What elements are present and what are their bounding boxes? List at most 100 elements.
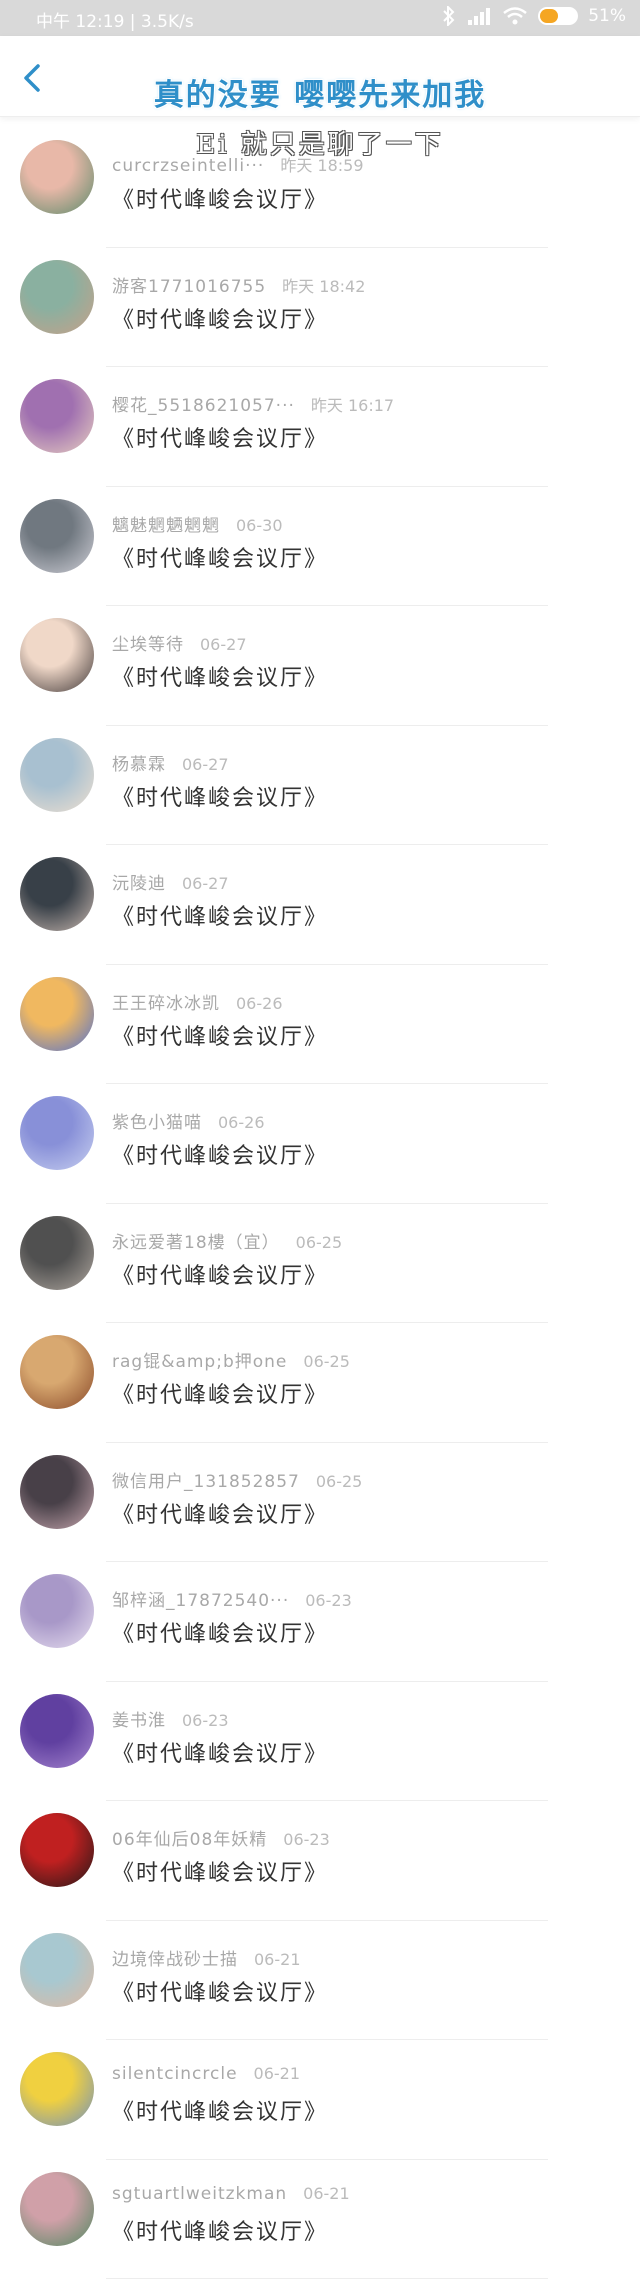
avatar[interactable] — [20, 379, 94, 453]
visit-time: 06-21 — [254, 1950, 301, 1969]
avatar[interactable] — [20, 1096, 94, 1170]
contact-message: 《时代峰峻会议厅》 — [112, 1138, 328, 1170]
list-item[interactable]: 游客1771016755 昨天 18:42 《时代峰峻会议厅》 — [0, 248, 640, 368]
contact-name: 沅陵迪 — [112, 874, 166, 894]
status-bar: 中午 12:19 | 3.5K/s 51% — [0, 0, 640, 36]
contact-name: 邹梓涵_17872540··· — [112, 1591, 289, 1611]
contact-message: 《时代峰峻会议厅》 — [112, 182, 328, 214]
contact-name-line: silentcincrcle06-21 — [112, 2064, 300, 2084]
avatar[interactable] — [20, 2172, 94, 2246]
avatar[interactable] — [20, 738, 94, 812]
list-item[interactable]: 边境倖战砂士描 06-21 《时代峰峻会议厅》 — [0, 1921, 640, 2041]
contact-message: 《时代峰峻会议厅》 — [112, 780, 328, 812]
avatar[interactable] — [20, 1813, 94, 1887]
contact-name: 游客1771016755 — [112, 277, 266, 297]
avatar[interactable] — [20, 2052, 94, 2126]
contact-name-line: 永远爱著18樓（宜） 06-25 — [112, 1228, 342, 1253]
contact-name: sgtuartlweitzkman — [112, 2184, 287, 2204]
visit-time: 06-25 — [303, 1352, 350, 1371]
avatar[interactable] — [20, 1694, 94, 1768]
contact-name-line: 樱花_5518621057···昨天 16:17 — [112, 391, 394, 416]
contact-message: 《时代峰峻会议厅》 — [112, 302, 328, 334]
avatar[interactable] — [20, 977, 94, 1051]
contact-name: 微信用户_131852857 — [112, 1472, 300, 1492]
list-item[interactable]: 永远爱著18樓（宜） 06-25 《时代峰峻会议厅》 — [0, 1204, 640, 1324]
visit-time: 06-21 — [254, 2064, 301, 2083]
contact-name-line: 微信用户_131852857 06-25 — [112, 1467, 362, 1492]
contact-name: curcrzseintelli··· — [112, 156, 264, 176]
contact-message: 《时代峰峻会议厅》 — [112, 2094, 328, 2126]
contact-name-line: 沅陵迪 06-27 — [112, 869, 229, 894]
contact-message: 《时代峰峻会议厅》 — [112, 541, 328, 573]
list-item[interactable]: silentcincrcle06-21 《时代峰峻会议厅》 — [0, 2040, 640, 2160]
contact-message: 《时代峰峻会议厅》 — [112, 1736, 328, 1768]
visit-time: 06-21 — [303, 2184, 350, 2203]
list-item[interactable]: 王王碎冰冰凯06-26《时代峰峻会议厅》 — [0, 965, 640, 1085]
status-icons: 51% — [442, 6, 626, 26]
avatar[interactable] — [20, 1574, 94, 1648]
list-item[interactable]: 姜书淮06-23 《时代峰峻会议厅》 — [0, 1682, 640, 1802]
avatar[interactable] — [20, 618, 94, 692]
contact-message: 《时代峰峻会议厅》 — [112, 1019, 328, 1051]
wifi-icon — [502, 6, 528, 26]
avatar[interactable] — [20, 140, 94, 214]
bluetooth-icon — [442, 6, 456, 26]
contact-message: 《时代峰峻会议厅》 — [112, 660, 328, 692]
visit-time: 06-27 — [200, 635, 247, 654]
list-item[interactable]: sgtuartlweitzkman 06-21 《时代峰峻会议厅》 — [0, 2160, 640, 2279]
contact-message: 《时代峰峻会议厅》 — [112, 899, 328, 931]
contact-message: 《时代峰峻会议厅》 — [112, 1377, 328, 1409]
avatar[interactable] — [20, 1933, 94, 2007]
list-item[interactable]: rag锟&amp;b押one 06-25 《时代峰峻会议厅》 — [0, 1323, 640, 1443]
list-item[interactable]: 紫色小猫喵 06-26 《时代峰峻会议厅》 — [0, 1084, 640, 1204]
avatar[interactable] — [20, 499, 94, 573]
contact-name: 杨慕霖 — [112, 755, 166, 775]
contact-name: 紫色小猫喵 — [112, 1113, 202, 1133]
contact-message: 《时代峰峻会议厅》 — [112, 1855, 328, 1887]
visit-time: 06-30 — [236, 516, 283, 535]
contact-name-line: 魑魅魍魉魍魍06-30 — [112, 511, 283, 536]
avatar[interactable] — [20, 1216, 94, 1290]
visit-time: 06-25 — [316, 1472, 363, 1491]
contact-name-line: curcrzseintelli···昨天 18:59 — [112, 152, 364, 176]
contact-name: 永远爱著18樓（宜） — [112, 1233, 280, 1253]
contact-name-line: 06年仙后08年妖精 06-23 — [112, 1825, 330, 1850]
contact-message: 《时代峰峻会议厅》 — [112, 1616, 328, 1648]
contact-message: 《时代峰峻会议厅》 — [112, 1258, 328, 1290]
contact-name: 06年仙后08年妖精 — [112, 1830, 267, 1850]
list-item[interactable]: curcrzseintelli···昨天 18:59 《时代峰峻会议厅》 — [0, 128, 640, 248]
visit-time: 昨天 18:42 — [282, 277, 365, 296]
battery-icon — [538, 7, 578, 25]
list-item[interactable]: 邹梓涵_17872540··· 06-23 《时代峰峻会议厅》 — [0, 1562, 640, 1682]
contact-name-line: 杨慕霖 06-27 — [112, 750, 229, 775]
battery-percentage: 51% — [588, 6, 626, 26]
contact-name: 边境倖战砂士描 — [112, 1950, 238, 1970]
list-item[interactable]: 尘埃等待06-27《时代峰峻会议厅》 — [0, 606, 640, 726]
visit-time: 06-23 — [305, 1591, 352, 1610]
list-item[interactable]: 魑魅魍魉魍魍06-30 《时代峰峻会议厅》 — [0, 487, 640, 607]
list-item[interactable]: 06年仙后08年妖精 06-23 《时代峰峻会议厅》 — [0, 1801, 640, 1921]
contact-name-line: 姜书淮06-23 — [112, 1706, 229, 1731]
visit-time: 06-27 — [182, 755, 229, 774]
top-navigation-bar: 真的没要 嘤嘤先来加我 — [0, 36, 640, 117]
avatar[interactable] — [20, 857, 94, 931]
contact-name-line: rag锟&amp;b押one 06-25 — [112, 1347, 350, 1372]
contact-message: 《时代峰峻会议厅》 — [112, 2214, 328, 2246]
contact-name: 姜书淮 — [112, 1711, 166, 1731]
list-item[interactable]: 樱花_5518621057···昨天 16:17《时代峰峻会议厅》 — [0, 367, 640, 487]
visit-time: 06-23 — [283, 1830, 330, 1849]
list-item[interactable]: 微信用户_131852857 06-25 《时代峰峻会议厅》 — [0, 1443, 640, 1563]
contact-message: 《时代峰峻会议厅》 — [112, 1497, 328, 1529]
list-item[interactable]: 杨慕霖 06-27 《时代峰峻会议厅》 — [0, 726, 640, 846]
visit-time: 06-26 — [218, 1113, 265, 1132]
avatar[interactable] — [20, 1455, 94, 1529]
contact-message: 《时代峰峻会议厅》 — [112, 1975, 328, 2007]
visit-time: 06-27 — [182, 874, 229, 893]
avatar[interactable] — [20, 1335, 94, 1409]
list-item[interactable]: 沅陵迪 06-27 《时代峰峻会议厅》 — [0, 845, 640, 965]
visit-time: 06-25 — [296, 1233, 343, 1252]
contact-name-line: sgtuartlweitzkman 06-21 — [112, 2184, 350, 2204]
contact-name-line: 紫色小猫喵 06-26 — [112, 1108, 265, 1133]
avatar[interactable] — [20, 260, 94, 334]
contact-name: rag锟&amp;b押one — [112, 1352, 287, 1372]
